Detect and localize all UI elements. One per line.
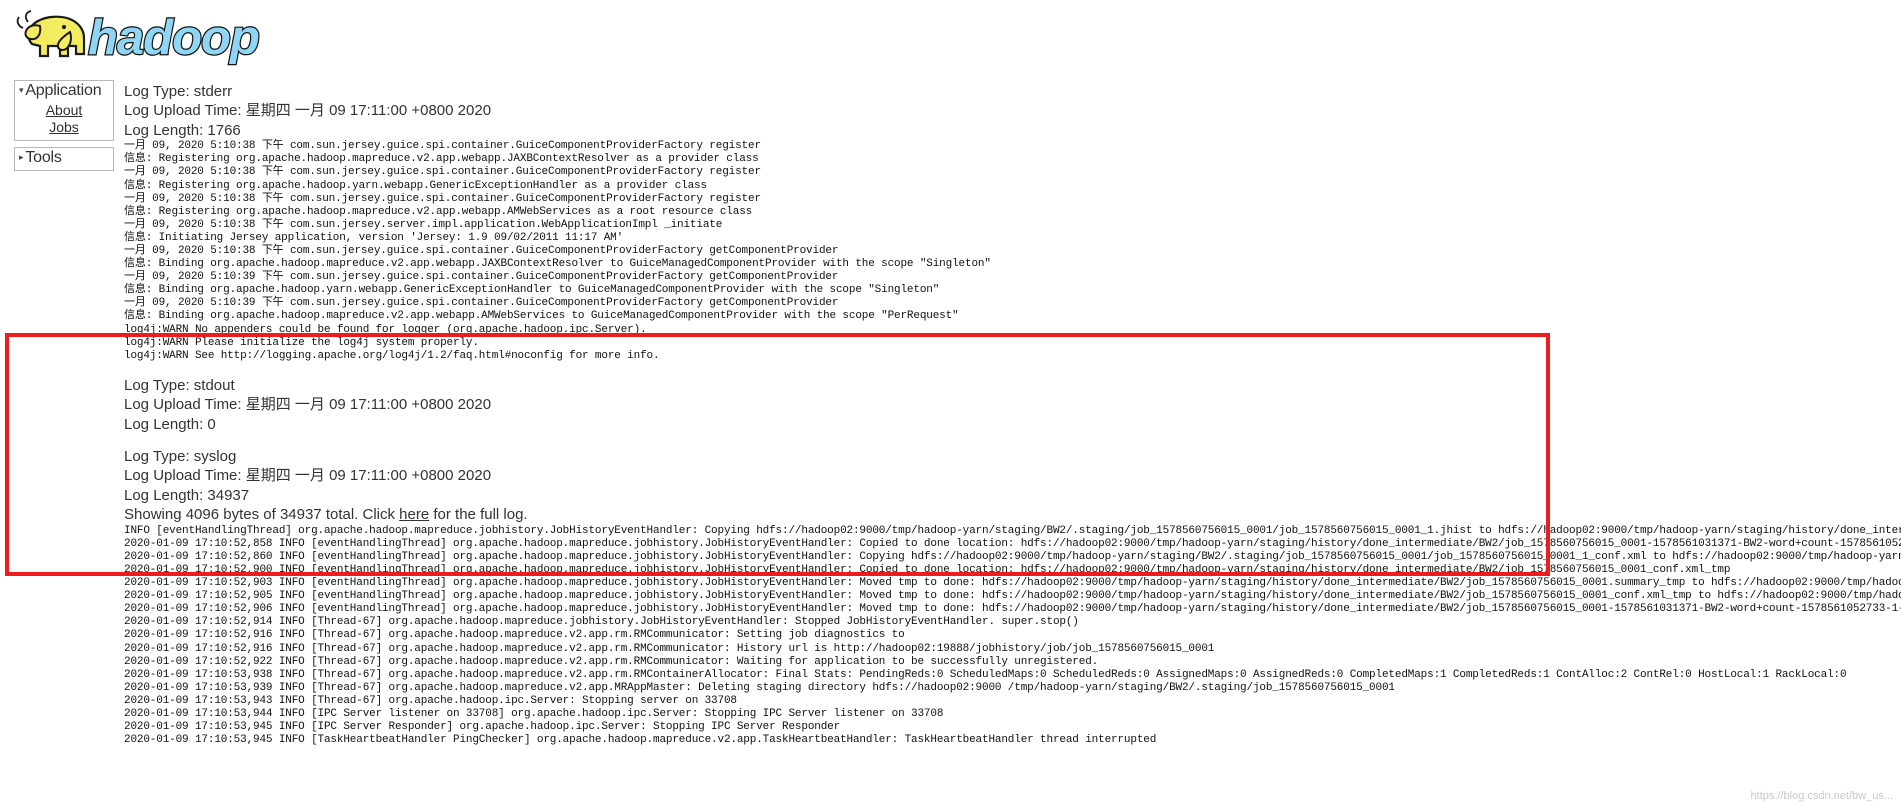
section-divider-2 (124, 434, 1901, 447)
hadoop-logo-svg: hadoop (16, 10, 261, 66)
full-log-link[interactable]: here (399, 506, 429, 523)
list-item[interactable]: About (15, 102, 113, 119)
truncation-suffix: for the full log. (429, 506, 528, 524)
sidebar-section-application-label: Application (25, 82, 102, 99)
svg-text:hadoop: hadoop (88, 11, 259, 65)
sidebar-section-tools[interactable]: ▸ Tools (14, 147, 114, 171)
log-body-stderr: 一月 09, 2020 5:10:38 下午 com.sun.jersey.gu… (124, 140, 991, 362)
log-length: Log Length: 34937 (124, 486, 250, 504)
log-body-syslog: INFO [eventHandlingThread] org.apache.ha… (124, 524, 1901, 747)
sidebar-item-jobs[interactable]: Jobs (49, 119, 79, 135)
chevron-down-icon: ▾ (19, 85, 24, 95)
chevron-right-icon: ▸ (19, 152, 24, 162)
log-truncation-notice: Showing 4096 bytes of 34937 total. Click… (124, 505, 1901, 524)
log-upload-time: Log Upload Time: 星期四 一月 09 17:11:00 +080… (124, 467, 492, 485)
watermark: https://blog.csdn.net/bw_us... (1750, 790, 1893, 802)
sidebar-section-application-header[interactable]: ▾ Application (15, 81, 113, 102)
log-section-syslog: Log Type: syslog Log Upload Time: 星期四 一月… (124, 447, 1901, 747)
list-item[interactable]: Jobs (15, 119, 113, 136)
sidebar: ▾ Application About Jobs ▸ Tools (14, 80, 114, 177)
section-divider-1 (124, 363, 1901, 376)
log-length: Log Length: 1766 (124, 121, 241, 139)
log-section-stderr: Log Type: stderr Log Upload Time: 星期四 一月… (124, 82, 1901, 363)
log-type: Log Type: stderr (124, 83, 233, 100)
log-length: Log Length: 0 (124, 415, 216, 433)
sidebar-section-application[interactable]: ▾ Application About Jobs (14, 80, 114, 141)
log-upload-time: Log Upload Time: 星期四 一月 09 17:11:00 +080… (124, 102, 492, 120)
log-content: Log Type: stderr Log Upload Time: 星期四 一月… (124, 82, 1901, 747)
elephant-glyph (16, 10, 86, 58)
truncation-prefix: Showing 4096 bytes of 34937 total. Click (124, 506, 400, 524)
sidebar-application-list: About Jobs (15, 102, 113, 140)
sidebar-item-about[interactable]: About (46, 102, 83, 118)
log-type: Log Type: syslog (124, 448, 237, 466)
hadoop-logo: hadoop (14, 4, 264, 72)
sidebar-section-tools-label: Tools (25, 149, 62, 166)
hadoop-wordmark: hadoop (87, 10, 261, 66)
log-upload-time: Log Upload Time: 星期四 一月 09 17:11:00 +080… (124, 396, 492, 414)
log-section-stdout: Log Type: stdout Log Upload Time: 星期四 一月… (124, 376, 1901, 434)
log-type: Log Type: stdout (124, 376, 235, 394)
sidebar-section-tools-header[interactable]: ▸ Tools (15, 148, 113, 170)
